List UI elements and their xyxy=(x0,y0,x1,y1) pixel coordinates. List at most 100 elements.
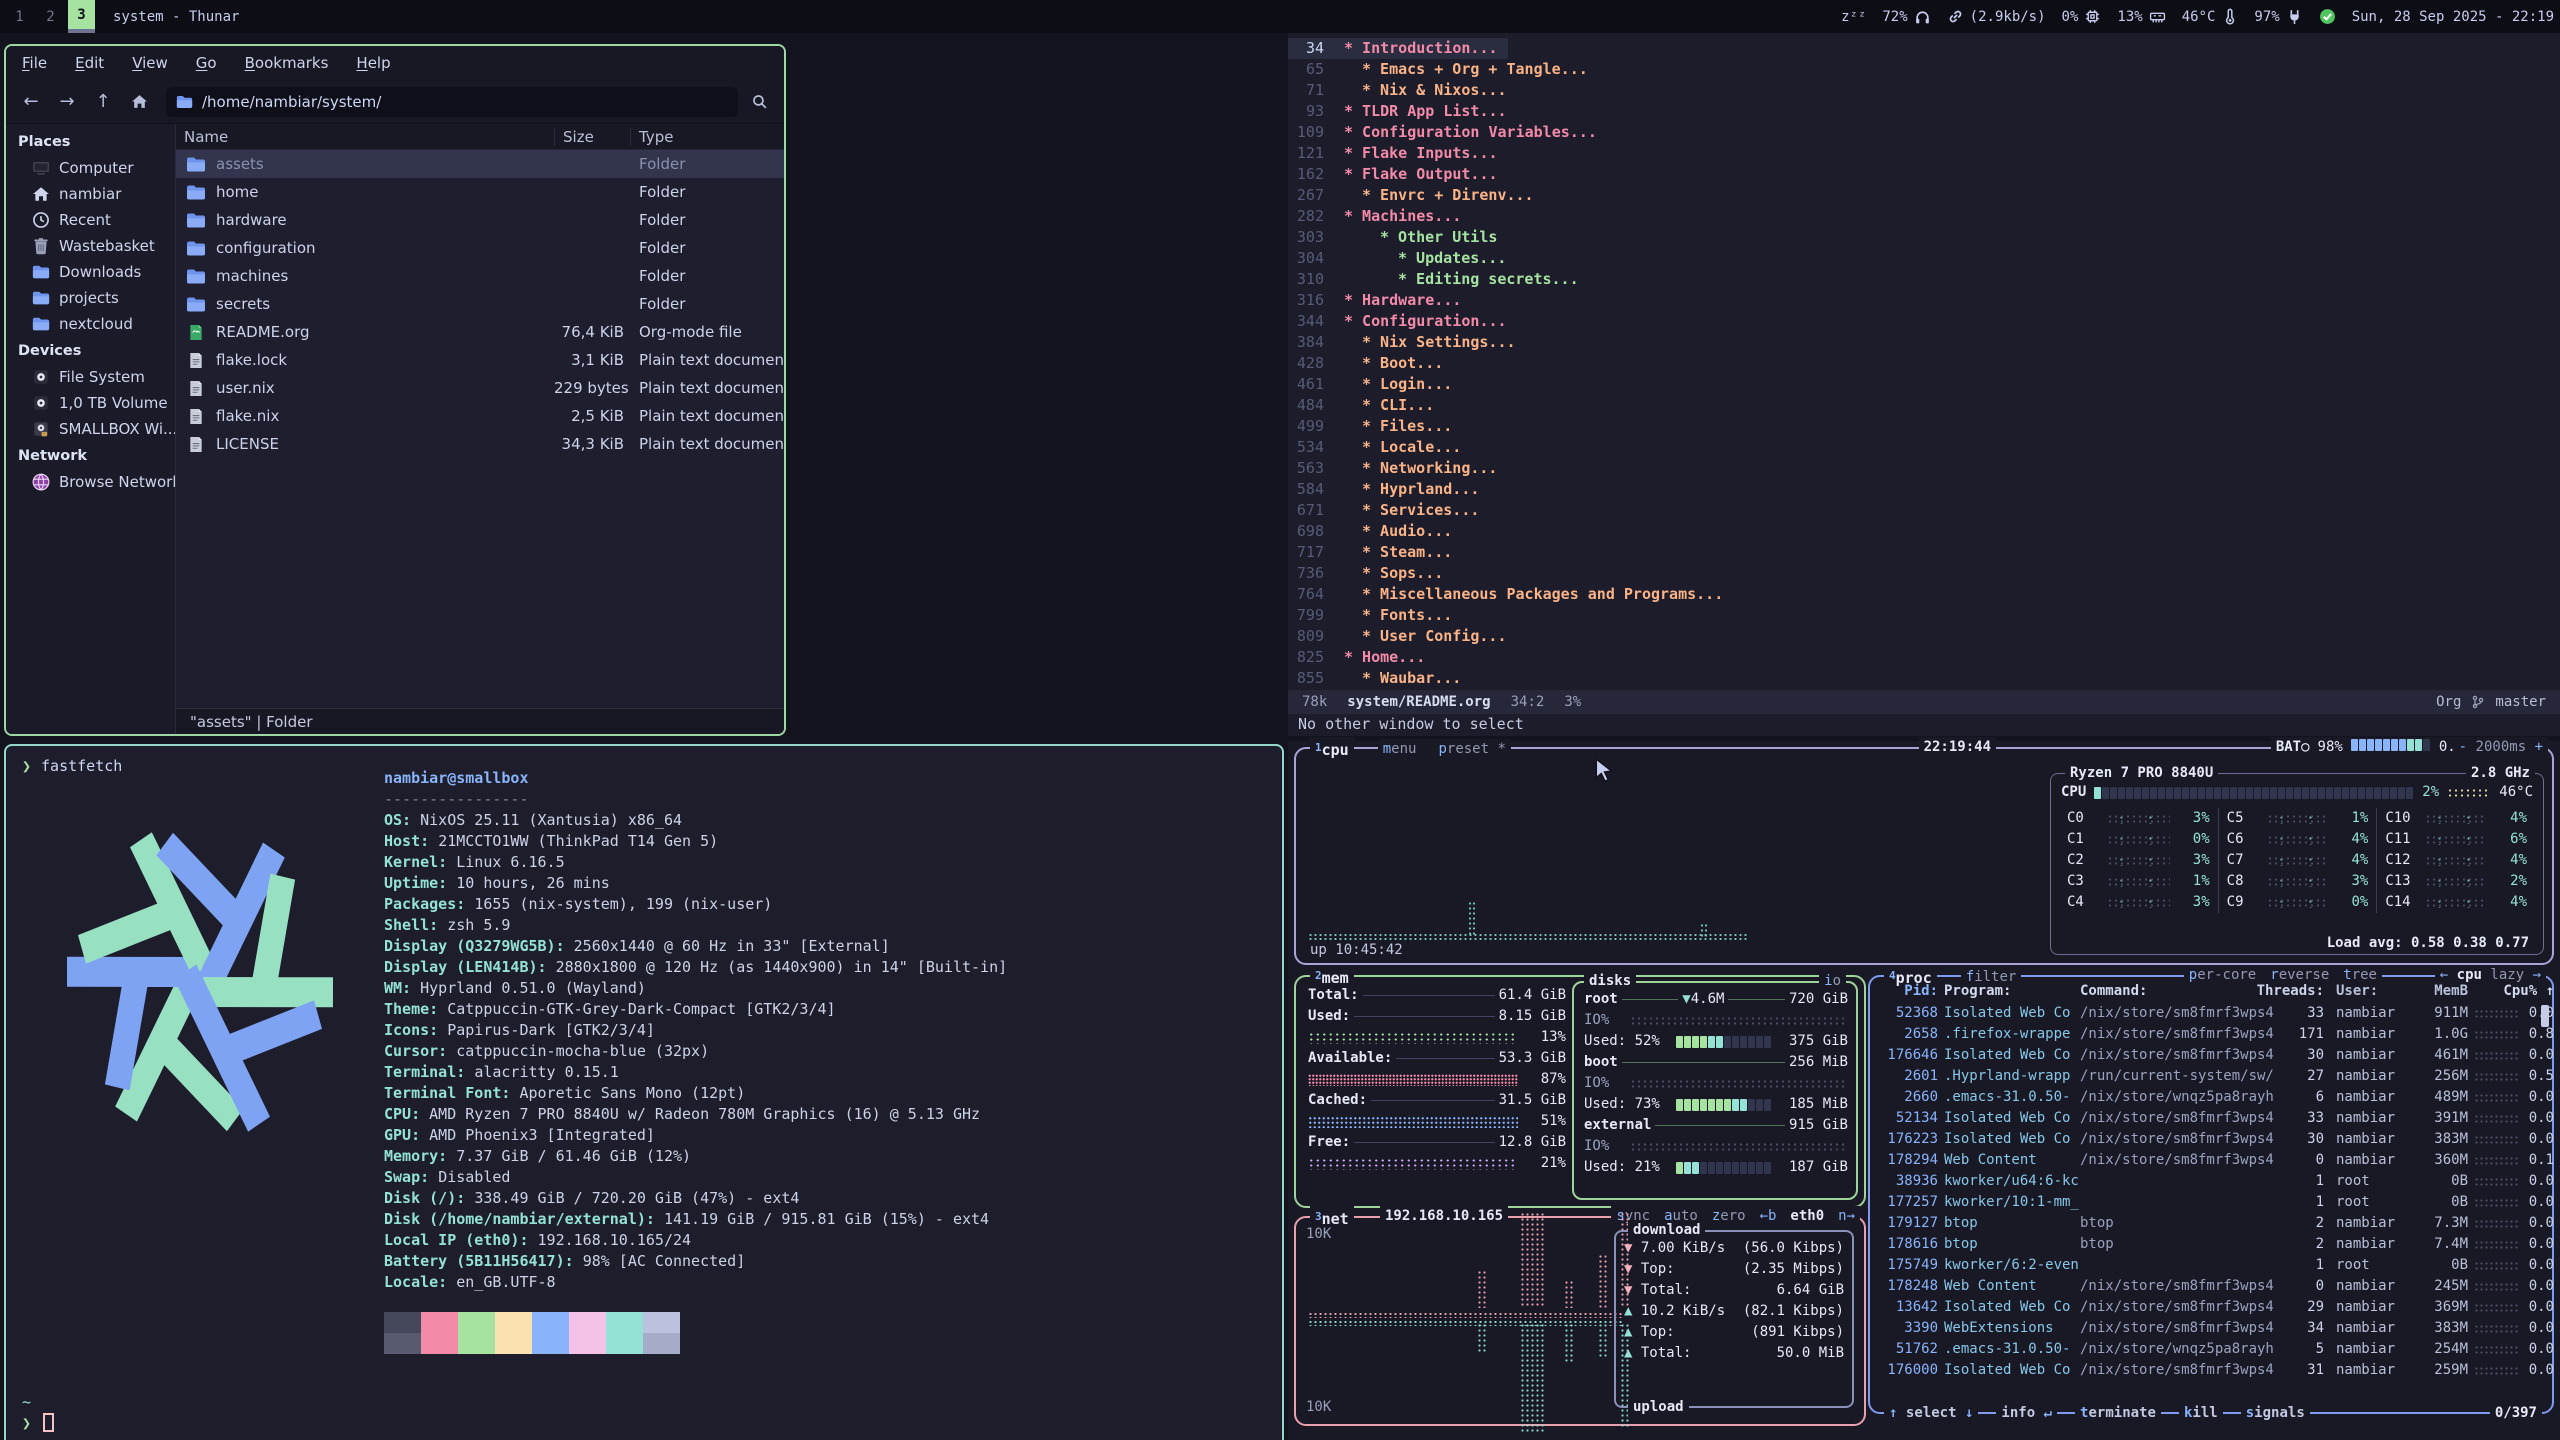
clock-date[interactable]: Sun, 28 Sep 2025 - 22:19 xyxy=(2352,9,2554,25)
button-prev-iface[interactable]: ←b xyxy=(1760,1206,1777,1227)
menu-view[interactable]: View xyxy=(132,54,168,72)
shell-prompt[interactable]: ~ ❯ xyxy=(22,1392,54,1434)
org-heading[interactable]: * Sops... xyxy=(1338,563,1443,584)
column-size[interactable]: Size xyxy=(554,128,630,146)
org-heading[interactable]: * Editing secrets... xyxy=(1338,269,1579,290)
menu-help[interactable]: Help xyxy=(356,54,390,72)
sidebar-item-computer[interactable]: Computer xyxy=(6,155,175,181)
process-row[interactable]: 13642Isolated Web Co/nix/store/sm8fmrf3w… xyxy=(1880,1297,2538,1318)
org-heading[interactable]: * Files... xyxy=(1338,416,1452,437)
memory-indicator[interactable]: 13% xyxy=(2117,8,2165,25)
proc-footer-item[interactable]: signals xyxy=(2241,1403,2310,1424)
process-row[interactable]: 178248Web Content/nix/store/sm8fmrf3wps4… xyxy=(1880,1276,2538,1297)
process-row[interactable]: 176223Isolated Web Co/nix/store/sm8fmrf3… xyxy=(1880,1129,2538,1150)
table-row[interactable]: configurationFolder xyxy=(176,234,784,262)
column-cpu[interactable]: Cpu% ↑ xyxy=(2468,981,2554,1002)
org-buffer[interactable]: 34* Introduction...65* Emacs + Org + Tan… xyxy=(1288,33,2560,690)
table-row[interactable]: assetsFolder xyxy=(176,150,784,178)
table-row[interactable]: LICENSE34,3 KiBPlain text document xyxy=(176,430,784,458)
org-heading[interactable]: * User Config... xyxy=(1338,626,1507,647)
org-heading[interactable]: * Waubar... xyxy=(1338,668,1461,689)
column-user[interactable]: User: xyxy=(2332,981,2410,1002)
process-row[interactable]: 2658.firefox-wrappe/nix/store/sm8fmrf3wp… xyxy=(1880,1024,2538,1045)
volume-indicator[interactable]: 72% xyxy=(1882,8,1930,25)
org-heading[interactable]: * TLDR App List... xyxy=(1338,101,1507,122)
org-heading[interactable]: * Flake Output... xyxy=(1338,164,1498,185)
interval-minus-button[interactable]: - xyxy=(2459,739,2467,755)
org-heading[interactable]: * Hardware... xyxy=(1338,290,1461,311)
org-heading[interactable]: * Flake Inputs... xyxy=(1338,143,1498,164)
org-heading[interactable]: * Other Utils xyxy=(1338,227,1497,248)
battery-indicator[interactable]: 97% xyxy=(2254,8,2302,25)
org-heading[interactable]: * Fonts... xyxy=(1338,605,1452,626)
status-ok-badge[interactable] xyxy=(2319,8,2336,25)
proc-footer-item[interactable]: ↑ select ↓ xyxy=(1884,1403,1978,1424)
org-heading[interactable]: * CLI... xyxy=(1338,395,1434,416)
org-heading[interactable]: * Emacs + Org + Tangle... xyxy=(1338,59,1588,80)
process-row[interactable]: 176000Isolated Web Co/nix/store/sm8fmrf3… xyxy=(1880,1360,2538,1381)
org-heading[interactable]: * Miscellaneous Packages and Programs... xyxy=(1338,584,1723,605)
menu-edit[interactable]: Edit xyxy=(75,54,104,72)
up-button[interactable]: ↑ xyxy=(88,87,118,117)
process-row[interactable]: 178294Web Content/nix/store/sm8fmrf3wps4… xyxy=(1880,1150,2538,1171)
sidebar-item-nambiar[interactable]: nambiar xyxy=(6,181,175,207)
workspace-1[interactable]: 1 xyxy=(6,0,33,33)
column-threads[interactable]: Threads: xyxy=(2257,981,2332,1002)
back-button[interactable]: ← xyxy=(16,87,46,117)
sidebar-item-downloads[interactable]: Downloads xyxy=(6,259,175,285)
sidebar-item-recent[interactable]: Recent xyxy=(6,207,175,233)
home-button[interactable] xyxy=(124,87,154,117)
org-heading[interactable]: * Boot... xyxy=(1338,353,1443,374)
proc-footer-item[interactable]: kill xyxy=(2179,1403,2223,1424)
search-button[interactable] xyxy=(744,87,774,117)
process-row[interactable]: 52134Isolated Web Co/nix/store/sm8fmrf3w… xyxy=(1880,1108,2538,1129)
button-zero[interactable]: zero xyxy=(1712,1206,1746,1227)
org-heading[interactable]: * Steam... xyxy=(1338,542,1452,563)
workspace-2[interactable]: 2 xyxy=(37,0,64,33)
forward-button[interactable]: → xyxy=(52,87,82,117)
proc-footer-item[interactable]: info ↵ xyxy=(1996,1403,2057,1424)
process-row[interactable]: 2660.emacs-31.0.50-/nix/store/wnqz5pa8ra… xyxy=(1880,1087,2538,1108)
org-heading[interactable]: * Locale... xyxy=(1338,437,1461,458)
menu-bookmarks[interactable]: Bookmarks xyxy=(245,54,329,72)
table-row[interactable]: secretsFolder xyxy=(176,290,784,318)
sidebar-item-projects[interactable]: projects xyxy=(6,285,175,311)
process-row[interactable]: 175749kworker/6:2-even1root0B0.0 xyxy=(1880,1255,2538,1276)
table-row[interactable]: user.nix229 bytesPlain text document xyxy=(176,374,784,402)
org-heading[interactable]: * Updates... xyxy=(1338,248,1506,269)
org-heading[interactable]: * Nix Settings... xyxy=(1338,332,1516,353)
column-memb[interactable]: MemB xyxy=(2410,981,2468,1002)
table-row[interactable]: flake.lock3,1 KiBPlain text document xyxy=(176,346,784,374)
sidebar-item-smallbox-wi[interactable]: SMALLBOX Wi... xyxy=(6,416,175,442)
org-heading[interactable]: * Audio... xyxy=(1338,521,1452,542)
org-heading[interactable]: * Machines... xyxy=(1338,206,1461,227)
process-row[interactable]: 52368Isolated Web Co/nix/store/sm8fmrf3w… xyxy=(1880,1003,2538,1024)
button-menu[interactable]: menu xyxy=(1383,739,1417,760)
proc-scrollbar[interactable] xyxy=(2541,1005,2549,1027)
process-row[interactable]: 3390WebExtensions/nix/store/sm8fmrf3wps4… xyxy=(1880,1318,2538,1339)
button-preset[interactable]: preset * xyxy=(1438,739,1505,760)
interval-plus-button[interactable]: + xyxy=(2535,739,2543,755)
process-row[interactable]: 178616btopbtop2nambiar7.4M0.0 xyxy=(1880,1234,2538,1255)
org-heading[interactable]: * Introduction... xyxy=(1338,38,1508,59)
org-heading[interactable]: * Configuration... xyxy=(1338,311,1507,332)
sidebar-item-file-system[interactable]: File System xyxy=(6,364,175,390)
column-name[interactable]: Name xyxy=(176,128,554,146)
path-bar[interactable]: /home/nambiar/system/ xyxy=(166,87,738,117)
process-row[interactable]: 179127btopbtop2nambiar7.3M0.0 xyxy=(1880,1213,2538,1234)
table-row[interactable]: homeFolder xyxy=(176,178,784,206)
org-heading[interactable]: * Home... xyxy=(1338,647,1425,668)
sidebar-item-nextcloud[interactable]: nextcloud xyxy=(6,311,175,337)
org-heading[interactable]: * Login... xyxy=(1338,374,1452,395)
org-heading[interactable]: * Envrc + Direnv... xyxy=(1338,185,1534,206)
process-row[interactable]: 38936kworker/u64:6-kc1root0B0.0 xyxy=(1880,1171,2538,1192)
column-program[interactable]: Program: xyxy=(1944,981,2080,1002)
sidebar-item-wastebasket[interactable]: Wastebasket xyxy=(6,233,175,259)
org-heading[interactable]: * Nix & Nixos... xyxy=(1338,80,1507,101)
menu-file[interactable]: File xyxy=(22,54,47,72)
table-row[interactable]: machinesFolder xyxy=(176,262,784,290)
button-next-iface[interactable]: n→ xyxy=(1838,1206,1855,1227)
process-row[interactable]: 176646Isolated Web Co/nix/store/sm8fmrf3… xyxy=(1880,1045,2538,1066)
process-row[interactable]: 2601.Hyprland-wrapp/run/current-system/s… xyxy=(1880,1066,2538,1087)
column-type[interactable]: Type xyxy=(630,128,784,146)
